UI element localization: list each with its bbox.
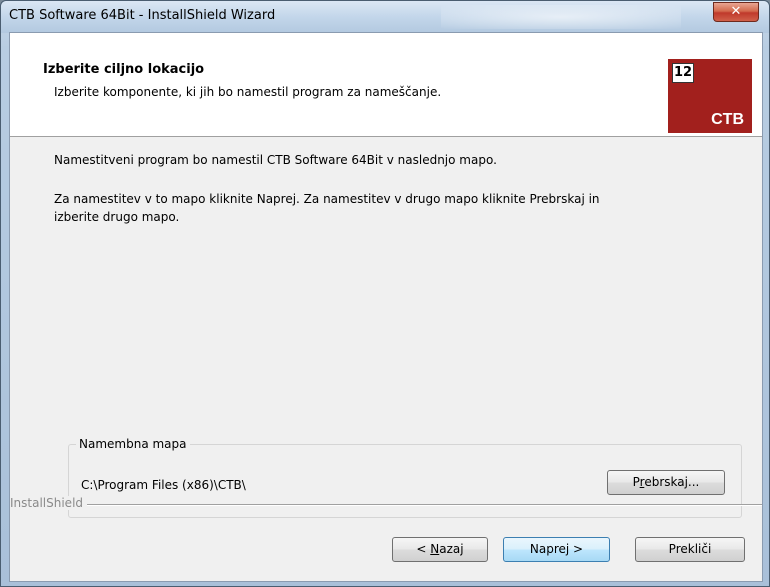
browse-label-pre: P xyxy=(632,475,640,489)
logo-text: CTB xyxy=(711,111,744,128)
wizard-header: Izberite ciljno lokacijo Izberite kompon… xyxy=(10,33,762,137)
wizard-client-area: Izberite ciljno lokacijo Izberite kompon… xyxy=(9,32,763,582)
back-button[interactable]: < Nazaj xyxy=(392,537,488,562)
title-bar[interactable]: CTB Software 64Bit - InstallShield Wizar… xyxy=(1,1,769,33)
info-line-1: Namestitveni program bo namestil CTB Sof… xyxy=(54,153,497,167)
info-line-2: Za namestitev v to mapo kliknite Naprej.… xyxy=(54,192,600,206)
title-bar-glow xyxy=(441,5,681,29)
destination-path: C:\Program Files (x86)\CTB\ xyxy=(81,478,246,492)
destination-folder-legend: Namembna mapa xyxy=(76,437,190,451)
back-label-pre: < xyxy=(416,542,431,556)
logo-badge: 12 xyxy=(672,63,694,83)
ctb-logo: 12 CTB xyxy=(668,59,752,133)
cancel-button[interactable]: Prekliči xyxy=(635,537,745,562)
close-icon: ✕ xyxy=(730,4,742,19)
window-title: CTB Software 64Bit - InstallShield Wizar… xyxy=(9,8,276,23)
back-label-mnemonic: N xyxy=(430,542,440,556)
installshield-brand: InstallShield xyxy=(10,496,88,510)
footer-divider xyxy=(10,504,762,506)
browse-button[interactable]: Prebrskaj... xyxy=(607,470,725,495)
installer-window: CTB Software 64Bit - InstallShield Wizar… xyxy=(0,0,770,587)
next-button[interactable]: Naprej > xyxy=(503,537,610,562)
back-label-post: azaj xyxy=(439,542,464,556)
info-line-3: izberite drugo mapo. xyxy=(54,210,180,224)
close-button[interactable]: ✕ xyxy=(713,2,759,22)
destination-folder-group: Namembna mapa C:\Program Files (x86)\CTB… xyxy=(68,437,742,518)
page-title: Izberite ciljno lokacijo xyxy=(43,62,205,77)
page-subtitle: Izberite komponente, ki jih bo namestil … xyxy=(54,85,442,99)
browse-label-post: ebrskaj... xyxy=(644,475,700,489)
